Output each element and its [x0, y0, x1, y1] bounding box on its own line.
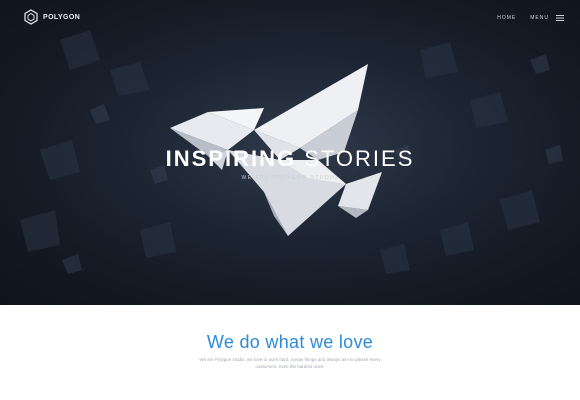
top-navigation-bar: POLYGON HOME MENU	[0, 0, 580, 34]
intro-section: We do what we love We are Polygon studio…	[0, 305, 580, 400]
intro-text: We are Polygon studio, we love to work h…	[199, 357, 381, 369]
brand-logo[interactable]: POLYGON	[24, 9, 80, 25]
hero-section: POLYGON HOME MENU INSPIRING STORIES WE A…	[0, 0, 580, 305]
hero-title: INSPIRING STORIES	[0, 146, 580, 172]
polygon-logo-icon	[24, 9, 38, 25]
brand-name: POLYGON	[43, 13, 81, 21]
main-navigation: HOME MENU	[497, 12, 564, 24]
hero-title-light: STORIES	[304, 146, 415, 171]
menu-button[interactable]: MENU	[530, 15, 564, 21]
hero-title-bold: INSPIRING	[165, 146, 297, 171]
menu-label: MENU	[530, 15, 549, 21]
hero-subtitle: WE ARE POLYGON STUDIO	[241, 175, 339, 181]
intro-title: We do what we love	[206, 332, 374, 352]
nav-home-link[interactable]: HOME	[497, 15, 516, 21]
hamburger-menu-icon	[556, 15, 564, 21]
